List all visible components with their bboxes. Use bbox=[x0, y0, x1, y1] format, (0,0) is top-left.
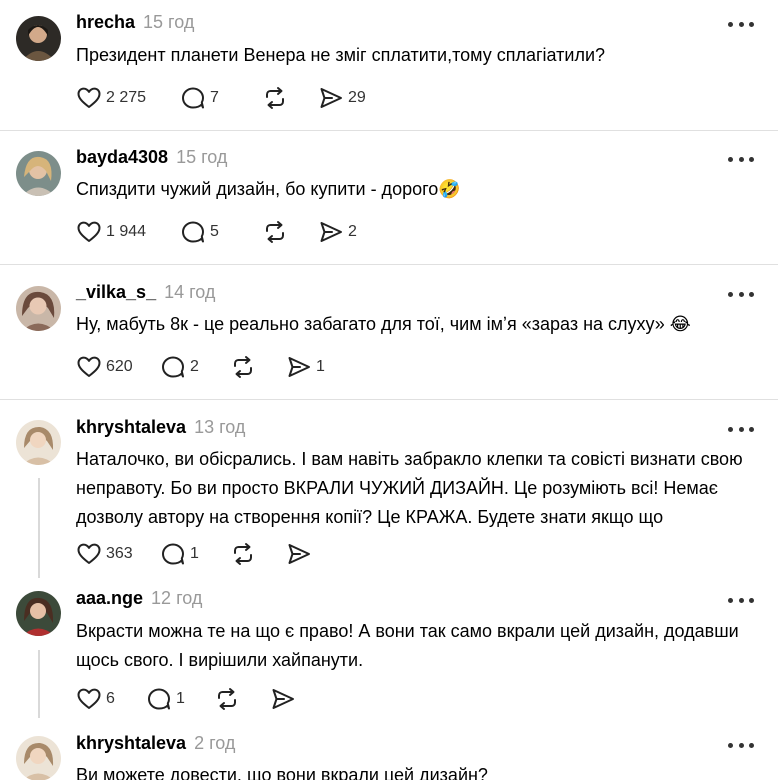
divider bbox=[0, 264, 778, 265]
repost-icon bbox=[234, 543, 252, 565]
repost-icon bbox=[234, 356, 252, 378]
like-count: 620 bbox=[106, 358, 133, 375]
repost-button[interactable] bbox=[262, 218, 306, 246]
heart-icon bbox=[77, 543, 101, 564]
reply-button[interactable]: 7 bbox=[180, 84, 262, 112]
like-button[interactable]: 620 bbox=[76, 353, 160, 381]
reply-count: 2 bbox=[190, 358, 199, 375]
share-button[interactable]: 1 bbox=[286, 353, 346, 381]
comment-icon bbox=[162, 356, 184, 378]
post-text: Ну, мабуть 8к - це реально забагато для … bbox=[76, 314, 691, 334]
like-count: 2 275 bbox=[106, 89, 147, 106]
action-bar: 2 275 7 29 bbox=[76, 84, 378, 112]
repost-button[interactable] bbox=[230, 353, 274, 381]
post-text: Вкрасти можна те на що є право! А вони т… bbox=[76, 621, 739, 670]
heart-icon bbox=[77, 356, 101, 377]
share-button[interactable]: 29 bbox=[318, 84, 378, 112]
more-icon[interactable] bbox=[728, 19, 754, 29]
like-button[interactable]: 1 944 bbox=[76, 218, 180, 246]
timestamp[interactable]: 12 год bbox=[151, 588, 202, 609]
reply-button[interactable]: 5 bbox=[180, 218, 262, 246]
repost-icon bbox=[266, 221, 284, 243]
post-header: khryshtaleva 2 год bbox=[76, 733, 235, 757]
thread-line bbox=[38, 478, 40, 578]
timestamp[interactable]: 14 год bbox=[164, 282, 215, 303]
post-text: Президент планети Венера не зміг сплатит… bbox=[76, 45, 606, 65]
reply-count: 1 bbox=[190, 545, 199, 562]
like-button[interactable]: 6 bbox=[76, 685, 146, 713]
repost-button[interactable] bbox=[230, 540, 274, 568]
timestamp[interactable]: 15 год bbox=[143, 12, 194, 33]
share-count: 2 bbox=[348, 223, 357, 240]
username[interactable]: bayda4308 bbox=[76, 147, 168, 168]
share-button[interactable] bbox=[270, 685, 310, 713]
action-bar: 1 944 5 2 bbox=[76, 218, 378, 246]
post-header: _vilka_s_ 14 год bbox=[76, 282, 215, 306]
username[interactable]: khryshtaleva bbox=[76, 733, 186, 754]
post-header: hrecha 15 год bbox=[76, 12, 194, 36]
timestamp[interactable]: 15 год bbox=[176, 147, 227, 168]
comment-icon bbox=[148, 688, 170, 710]
repost-icon bbox=[266, 87, 284, 109]
avatar[interactable] bbox=[16, 16, 61, 61]
avatar[interactable] bbox=[16, 420, 61, 465]
action-bar: 363 1 bbox=[76, 540, 326, 568]
reply-button[interactable]: 2 bbox=[160, 353, 230, 381]
reply-button[interactable]: 1 bbox=[146, 685, 214, 713]
more-icon[interactable] bbox=[728, 424, 754, 434]
username[interactable]: aaa.nge bbox=[76, 588, 143, 609]
post-text: Наталочко, ви обісрались. І вам навіть з… bbox=[76, 449, 743, 527]
heart-icon bbox=[77, 688, 101, 709]
action-bar: 6 1 bbox=[76, 685, 310, 713]
post-header: bayda4308 15 год bbox=[76, 147, 227, 171]
comment-icon bbox=[182, 221, 204, 243]
timestamp[interactable]: 2 год bbox=[194, 733, 235, 754]
share-icon bbox=[288, 544, 310, 564]
reply-count: 5 bbox=[210, 223, 219, 240]
username[interactable]: _vilka_s_ bbox=[76, 282, 156, 303]
reply-count: 1 bbox=[176, 690, 185, 707]
more-icon[interactable] bbox=[728, 595, 754, 605]
more-icon[interactable] bbox=[728, 289, 754, 299]
share-button[interactable]: 2 bbox=[318, 218, 378, 246]
divider bbox=[0, 399, 778, 400]
reply-count: 7 bbox=[210, 89, 219, 106]
share-icon bbox=[320, 88, 342, 108]
thread-line bbox=[38, 650, 40, 718]
avatar[interactable] bbox=[16, 286, 61, 331]
share-icon bbox=[288, 357, 310, 377]
like-count: 6 bbox=[106, 690, 115, 707]
like-count: 363 bbox=[106, 545, 133, 562]
heart-icon bbox=[77, 87, 101, 108]
repost-button[interactable] bbox=[262, 84, 306, 112]
like-button[interactable]: 2 275 bbox=[76, 84, 180, 112]
repost-button[interactable] bbox=[214, 685, 258, 713]
reply-button[interactable]: 1 bbox=[160, 540, 230, 568]
timestamp[interactable]: 13 год bbox=[194, 417, 245, 438]
username[interactable]: khryshtaleva bbox=[76, 417, 186, 438]
avatar[interactable] bbox=[16, 591, 61, 636]
post-text: Спиздити чужий дизайн, бо купити - дорог… bbox=[76, 179, 461, 199]
post-header: aaa.nge 12 год bbox=[76, 588, 202, 612]
heart-icon bbox=[77, 221, 101, 242]
avatar[interactable] bbox=[16, 151, 61, 196]
post-text: Ви можете довести, що вони вкрали цей ди… bbox=[76, 765, 488, 780]
share-button[interactable] bbox=[286, 540, 326, 568]
share-count: 1 bbox=[316, 358, 325, 375]
comment-icon bbox=[162, 543, 184, 565]
like-button[interactable]: 363 bbox=[76, 540, 160, 568]
share-count: 29 bbox=[348, 89, 366, 106]
more-icon[interactable] bbox=[728, 154, 754, 164]
post-header: khryshtaleva 13 год bbox=[76, 417, 245, 441]
share-icon bbox=[320, 222, 342, 242]
repost-icon bbox=[218, 688, 236, 710]
username[interactable]: hrecha bbox=[76, 12, 135, 33]
like-count: 1 944 bbox=[106, 223, 147, 240]
comment-icon bbox=[182, 87, 204, 109]
more-icon[interactable] bbox=[728, 740, 754, 750]
action-bar: 620 2 1 bbox=[76, 353, 346, 381]
share-icon bbox=[272, 689, 294, 709]
divider bbox=[0, 130, 778, 131]
avatar[interactable] bbox=[16, 736, 61, 780]
